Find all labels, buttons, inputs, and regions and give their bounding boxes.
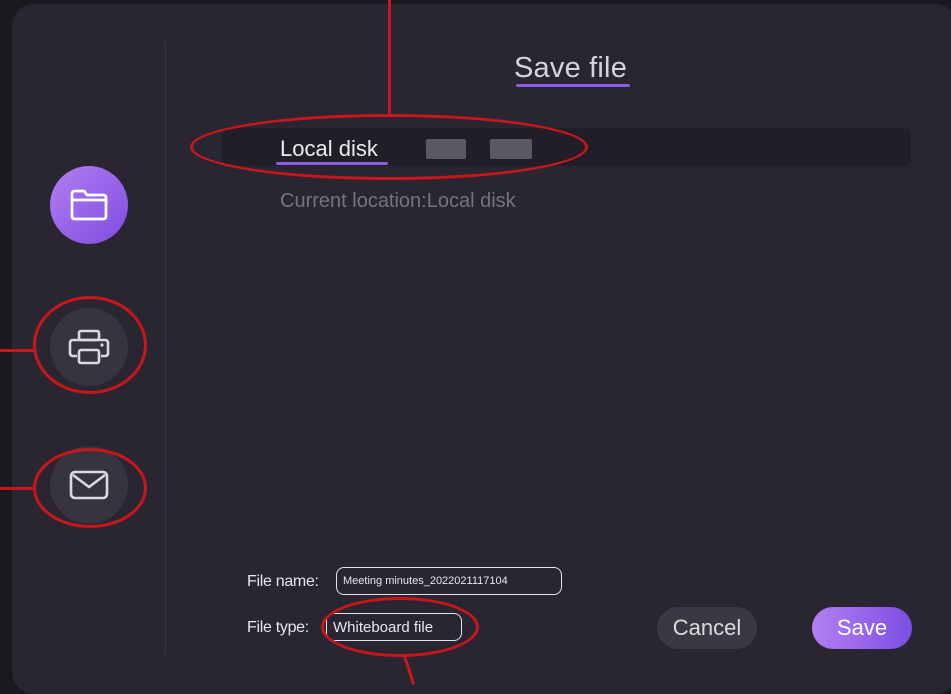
annotation-line-top — [388, 0, 391, 114]
annotation-line-print — [0, 349, 34, 352]
cancel-button[interactable]: Cancel — [657, 607, 757, 649]
folder-icon — [70, 189, 108, 221]
annotation-circle-print — [33, 296, 147, 394]
file-name-label: File name: — [247, 573, 319, 590]
annotation-circle-file-type — [321, 597, 479, 657]
dialog-title: Save file — [514, 52, 628, 84]
file-type-label: File type: — [247, 619, 309, 636]
save-button[interactable]: Save — [812, 607, 912, 649]
annotation-line-mail — [0, 487, 34, 490]
annotation-circle-breadcrumb — [190, 114, 588, 180]
file-name-input[interactable]: Meeting minutes_2022021117104 — [336, 567, 562, 595]
sidebar-divider — [165, 42, 166, 654]
annotation-circle-mail — [33, 448, 147, 528]
folder-button[interactable] — [50, 166, 128, 244]
current-location-label: Current location:Local disk — [280, 190, 516, 212]
title-underline — [516, 84, 630, 87]
